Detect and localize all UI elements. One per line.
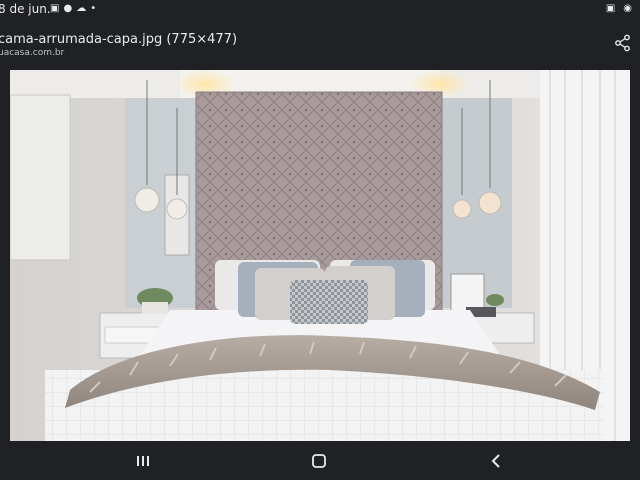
viewer-header: cama-arrumada-capa.jpg (775×477) uacasa.…: [0, 28, 640, 68]
image-icon: ▣: [50, 3, 60, 14]
status-icons: ▣ ● ☁ •: [50, 3, 96, 14]
system-nav-bar: [0, 441, 640, 480]
recents-icon[interactable]: [131, 451, 155, 471]
bedroom-photo[interactable]: [10, 70, 630, 441]
home-icon[interactable]: [307, 451, 331, 471]
status-time: 8 de jun.: [0, 2, 51, 16]
messenger-icon: ●: [63, 3, 73, 14]
file-source[interactable]: uacasa.com.br: [0, 48, 64, 58]
file-title: cama-arrumada-capa.jpg (775×477): [0, 32, 238, 47]
image-icon: ▣: [605, 3, 616, 14]
status-bar: 8 de jun. ▣ ● ☁ • ▣ ◉: [0, 0, 640, 22]
back-icon[interactable]: [484, 451, 508, 471]
dot-icon: •: [90, 3, 97, 14]
cloud-icon: ☁: [76, 3, 87, 14]
status-right-icons: ▣ ◉: [606, 3, 632, 14]
share-icon[interactable]: [614, 34, 632, 52]
camera-icon: ◉: [623, 3, 632, 14]
